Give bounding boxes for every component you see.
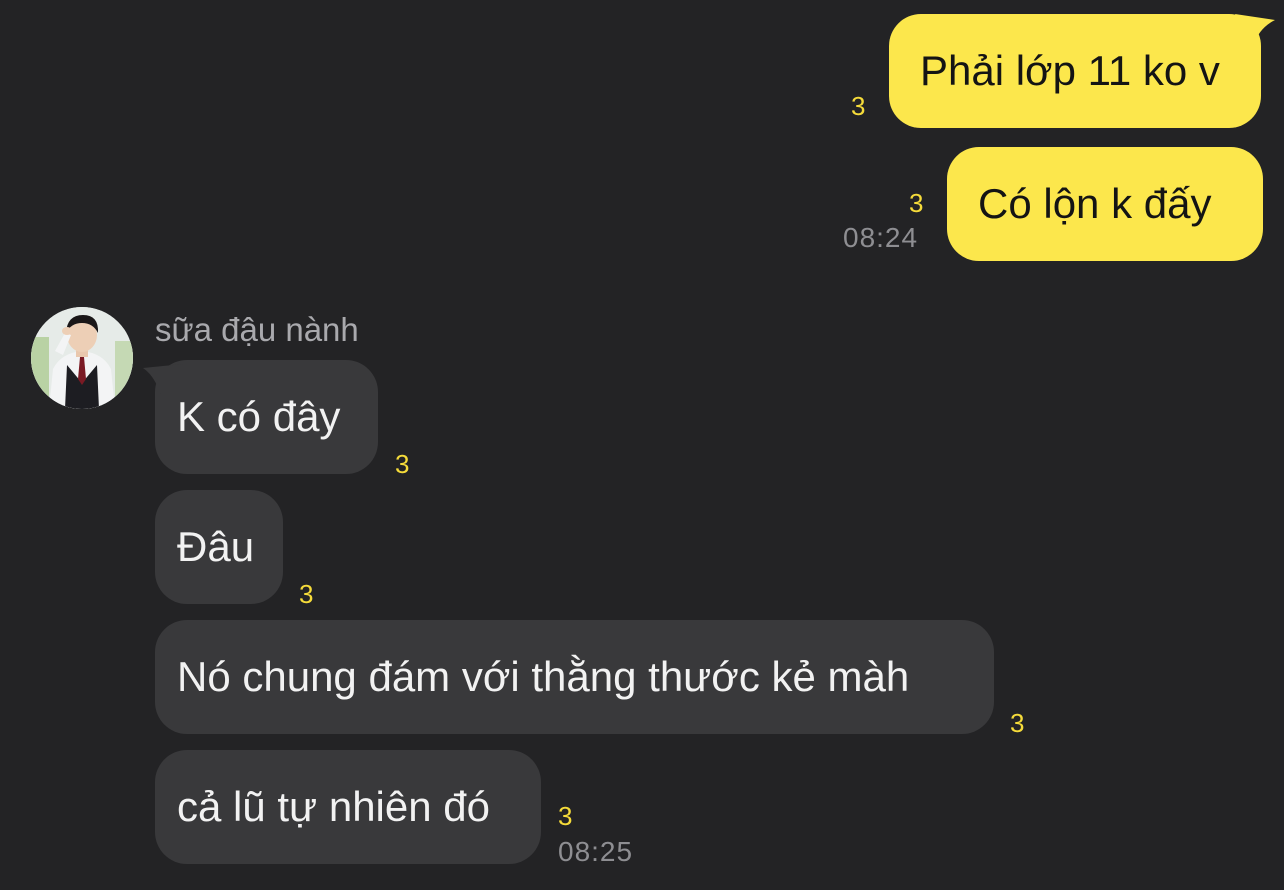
incoming-message-bubble[interactable]: cả lũ tự nhiên đó bbox=[155, 750, 541, 864]
message-text: Phải lớp 11 ko v bbox=[920, 47, 1220, 94]
message-text: Đâu bbox=[177, 523, 255, 570]
chat-room: Phải lớp 11 ko v 3 Có lộn k đấy 3 08:24 bbox=[0, 0, 1284, 890]
outgoing-message-bubble[interactable]: Phải lớp 11 ko v bbox=[889, 14, 1275, 128]
contact-avatar[interactable] bbox=[31, 307, 133, 409]
incoming-message-bubble[interactable]: Đâu bbox=[155, 490, 283, 604]
message-text: Nó chung đám với thằng thước kẻ màh bbox=[177, 653, 910, 700]
bubble-tail-icon bbox=[143, 364, 183, 396]
unread-count: 3 bbox=[909, 188, 924, 218]
outgoing-message-bubble[interactable]: Có lộn k đấy bbox=[947, 147, 1263, 261]
profile-photo-icon bbox=[31, 307, 133, 409]
unread-count: 3 bbox=[851, 91, 866, 121]
sender-name: sữa đậu nành bbox=[155, 311, 359, 348]
incoming-message-bubble[interactable]: K có đây bbox=[143, 360, 378, 474]
message-timestamp: 08:25 bbox=[558, 836, 634, 867]
message-timestamp: 08:24 bbox=[843, 222, 919, 253]
unread-count: 3 bbox=[395, 449, 410, 479]
message-text: Có lộn k đấy bbox=[978, 180, 1212, 227]
message-text: cả lũ tự nhiên đó bbox=[177, 783, 490, 830]
bubble-tail-icon bbox=[1235, 14, 1275, 46]
incoming-message-bubble[interactable]: Nó chung đám với thằng thước kẻ màh bbox=[155, 620, 994, 734]
unread-count: 3 bbox=[1010, 708, 1025, 738]
unread-count: 3 bbox=[299, 579, 314, 609]
message-text: K có đây bbox=[177, 393, 341, 440]
unread-count: 3 bbox=[558, 801, 573, 831]
